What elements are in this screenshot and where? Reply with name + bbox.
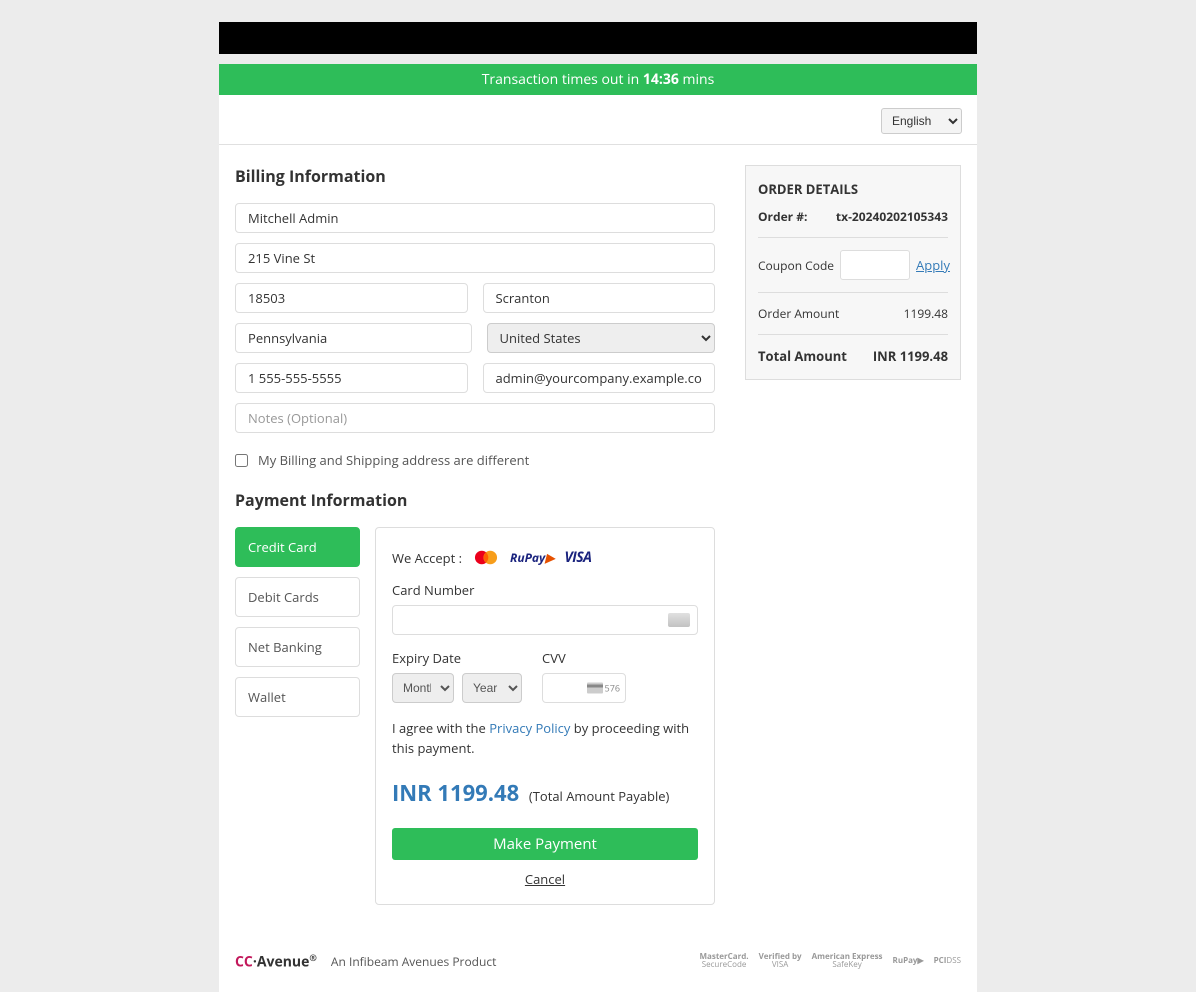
country-select[interactable]: United States xyxy=(487,323,716,353)
privacy-policy-link[interactable]: Privacy Policy xyxy=(489,719,570,737)
timeout-banner: Transaction times out in 14:36 mins xyxy=(219,64,977,95)
ccavenue-logo: CC·Avenue® xyxy=(235,951,317,972)
method-wallet[interactable]: Wallet xyxy=(235,677,360,717)
different-address-checkbox[interactable] xyxy=(235,454,248,467)
total-amount-label: Total Amount xyxy=(758,347,847,365)
footer-tagline: An Infibeam Avenues Product xyxy=(331,953,497,970)
payment-panel: We Accept : RuPay▶ VISA Card Number xyxy=(375,527,715,905)
apply-coupon-button[interactable]: Apply xyxy=(916,256,950,274)
order-amount-label: Order Amount xyxy=(758,305,839,322)
payment-method-list: Credit Card Debit Cards Net Banking Wall… xyxy=(235,527,360,905)
pci-dss-icon: PCIDSS xyxy=(934,957,961,965)
order-amount-value: 1199.48 xyxy=(904,305,948,322)
state-field[interactable] xyxy=(235,323,472,353)
footer: CC·Avenue® An Infibeam Avenues Product M… xyxy=(219,941,977,992)
different-address-label: My Billing and Shipping address are diff… xyxy=(258,451,529,469)
safekey-icon: American ExpressSafeKey xyxy=(812,953,883,969)
timeout-suffix: mins xyxy=(679,70,714,89)
zip-field[interactable] xyxy=(235,283,468,313)
total-amount-value: INR 1199.48 xyxy=(873,347,948,365)
order-details-box: ORDER DETAILS Order #: tx-20240202105343… xyxy=(745,165,961,380)
agree-text: I agree with the Privacy Policy by proce… xyxy=(392,719,698,758)
payable-amount: INR 1199.48 (Total Amount Payable) xyxy=(392,778,698,808)
address-field[interactable] xyxy=(235,243,715,273)
expiry-label: Expiry Date xyxy=(392,649,522,667)
city-field[interactable] xyxy=(483,283,716,313)
coupon-label: Coupon Code xyxy=(758,257,834,274)
cvv-icon: 576 xyxy=(587,682,620,695)
name-field[interactable] xyxy=(235,203,715,233)
email-field[interactable] xyxy=(483,363,716,393)
visa-icon: VISA xyxy=(565,548,592,567)
timeout-prefix: Transaction times out in xyxy=(482,70,643,89)
rupay-badge-icon: RuPay▶ xyxy=(893,957,924,965)
card-number-label: Card Number xyxy=(392,581,698,599)
verified-by-visa-icon: Verified byVISA xyxy=(759,953,802,969)
payment-title: Payment Information xyxy=(235,489,715,511)
rupay-icon: RuPay▶ xyxy=(510,549,554,566)
cvv-label: CVV xyxy=(542,649,626,667)
mastercard-icon xyxy=(472,549,500,566)
notes-field[interactable] xyxy=(235,403,715,433)
language-select[interactable]: English xyxy=(881,108,962,134)
order-number-label: Order #: xyxy=(758,208,807,225)
card-number-input[interactable] xyxy=(392,605,698,635)
method-debit-cards[interactable]: Debit Cards xyxy=(235,577,360,617)
billing-title: Billing Information xyxy=(235,165,715,187)
method-credit-card[interactable]: Credit Card xyxy=(235,527,360,567)
phone-field[interactable] xyxy=(235,363,468,393)
expiry-month-select[interactable]: Month xyxy=(392,673,454,703)
we-accept-label: We Accept : xyxy=(392,549,462,567)
card-icon xyxy=(668,613,690,627)
header-bar xyxy=(219,22,977,54)
coupon-input[interactable] xyxy=(840,250,910,280)
order-number-value: tx-20240202105343 xyxy=(836,208,948,225)
mastercard-securecode-icon: MasterCard.SecureCode xyxy=(699,953,748,969)
method-net-banking[interactable]: Net Banking xyxy=(235,627,360,667)
make-payment-button[interactable]: Make Payment xyxy=(392,828,698,860)
cancel-link[interactable]: Cancel xyxy=(392,870,698,888)
order-details-title: ORDER DETAILS xyxy=(758,180,948,198)
expiry-year-select[interactable]: Year xyxy=(462,673,522,703)
timeout-value: 14:36 xyxy=(643,70,679,89)
